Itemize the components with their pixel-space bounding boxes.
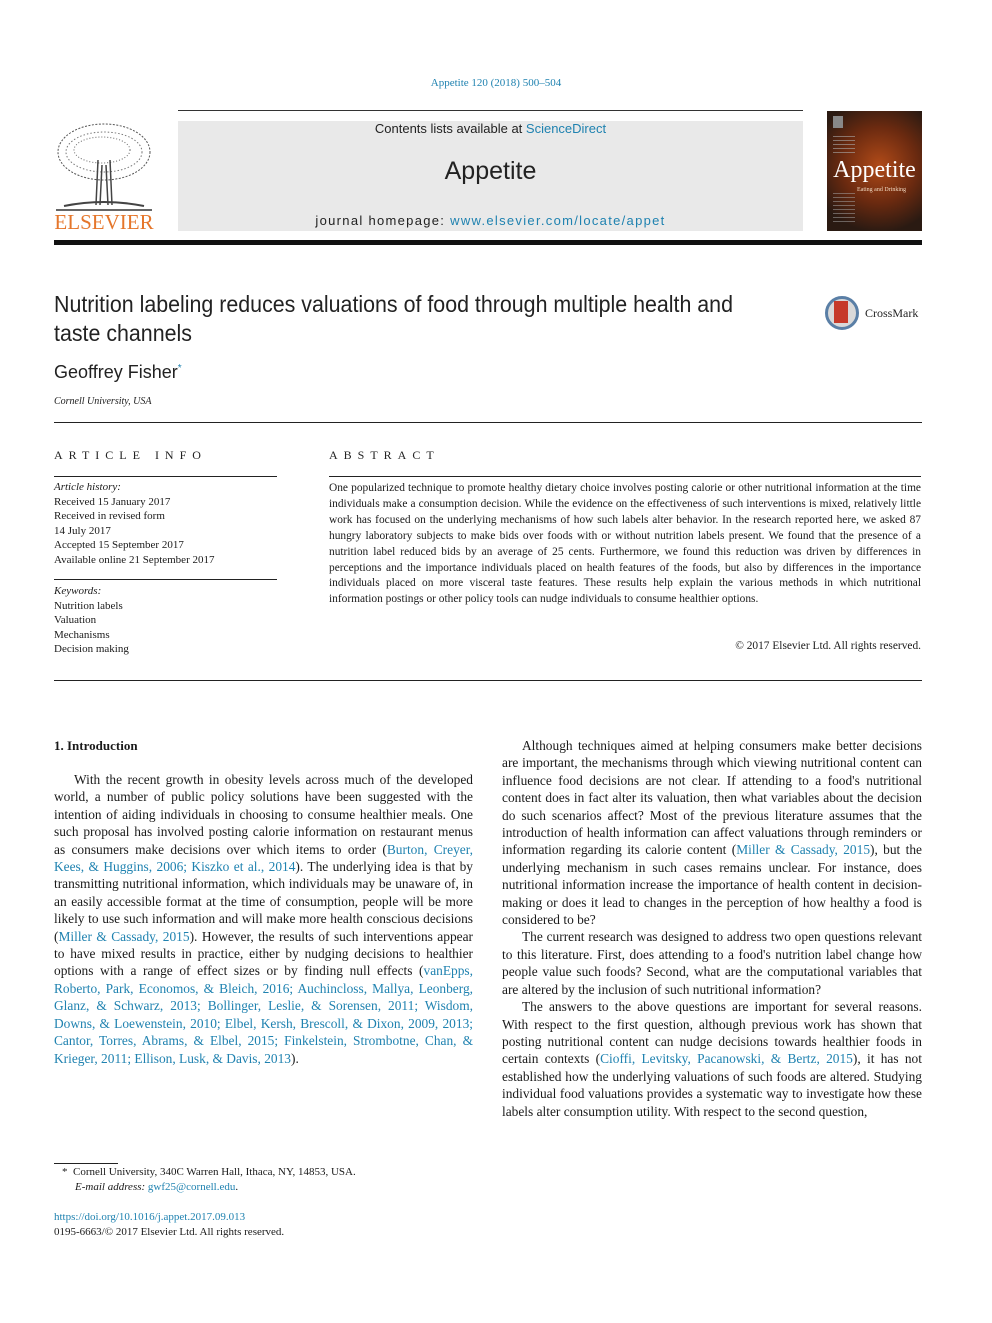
homepage-line: journal homepage: www.elsevier.com/locat… [178, 213, 803, 228]
article-info-heading: ARTICLE INFO [54, 448, 207, 462]
footnote-marker: * [62, 1166, 68, 1178]
author-affiliation: Cornell University, USA [54, 396, 152, 407]
title-rule [54, 422, 922, 423]
abstract-text: One popularized technique to promote hea… [329, 482, 921, 606]
footnote-address-line: * Cornell University, 340C Warren Hall, … [62, 1165, 482, 1180]
journal-name: Appetite [444, 157, 537, 185]
history-item: Received in revised form [54, 510, 165, 522]
body-text: Although techniques aimed at helping con… [502, 738, 922, 858]
journal-reference-link[interactable]: Appetite 120 (2018) 500–504 [431, 77, 561, 89]
keywords: Keywords: Nutrition labels Valuation Mec… [54, 584, 277, 657]
elsevier-logo[interactable]: ELSEVIER [54, 120, 154, 235]
history-item: Available online 21 September 2017 [54, 553, 215, 566]
abstract-copyright: © 2017 Elsevier Ltd. All rights reserved… [735, 640, 921, 652]
email-label: E-mail address: [75, 1181, 148, 1193]
right-column: Although techniques aimed at helping con… [502, 737, 922, 1120]
citation-link[interactable]: Miller & Cassady, 2015 [736, 842, 870, 857]
history-item: 14 July 2017 [54, 524, 111, 537]
doi-link-text[interactable]: https://doi.org/10.1016/j.appet.2017.09.… [54, 1211, 245, 1223]
elsevier-wordmark: ELSEVIER [54, 210, 154, 234]
left-column: With the recent growth in obesity levels… [54, 771, 473, 1067]
abstract-rule [329, 476, 921, 477]
citation-link[interactable]: Miller & Cassady, 2015 [58, 929, 189, 944]
email-link[interactable]: gwf25@cornell.edu [148, 1181, 235, 1193]
article-history: Article history: Received 15 January 201… [54, 480, 277, 567]
keyword: Decision making [54, 643, 129, 655]
homepage-link[interactable]: www.elsevier.com/locate/appet [450, 213, 665, 228]
keywords-rule [54, 579, 277, 580]
abstract-heading: ABSTRACT [329, 448, 440, 462]
doi-link[interactable]: https://doi.org/10.1016/j.appet.2017.09.… [54, 1210, 245, 1225]
body-text: ). [291, 1050, 299, 1066]
author-name-text: Geoffrey Fisher [54, 362, 178, 382]
author-name: Geoffrey Fisher* [54, 362, 182, 383]
crossmark-label: CrossMark [865, 306, 919, 320]
cover-publisher-logo [833, 116, 843, 128]
homepage-prefix: journal homepage: [315, 213, 451, 228]
keyword: Valuation [54, 614, 97, 626]
history-item: Accepted 15 September 2017 [54, 539, 184, 551]
citation-link[interactable]: Cioffi, Levitsky, Pacanowski, & Bertz, 2… [600, 1051, 853, 1066]
tree-icon [56, 123, 152, 211]
paragraph: The current research was designed to add… [502, 928, 922, 998]
keyword: Nutrition labels [54, 599, 123, 612]
footnote: * Cornell University, 340C Warren Hall, … [62, 1165, 482, 1195]
article-title: Nutrition labeling reduces valuations of… [54, 291, 733, 346]
header-thick-rule [54, 240, 922, 245]
journal-reference[interactable]: Appetite 120 (2018) 500–504 [0, 77, 992, 89]
paragraph: Although techniques aimed at helping con… [502, 737, 922, 928]
cover-title: Appetite [833, 157, 916, 183]
crossmark-button[interactable]: CrossMark [825, 296, 925, 334]
cover-editorial-lines [833, 136, 855, 156]
footnote-address: Cornell University, 340C Warren Hall, It… [73, 1166, 356, 1178]
history-item: Received 15 January 2017 [54, 495, 171, 508]
section-heading-introduction: 1. Introduction [54, 738, 138, 753]
issn-copyright: 0195-6663/© 2017 Elsevier Ltd. All right… [54, 1226, 285, 1238]
contents-line: Contents lists available at ScienceDirec… [178, 121, 803, 136]
paragraph: With the recent growth in obesity levels… [54, 771, 473, 1067]
journal-banner: Contents lists available at ScienceDirec… [178, 121, 803, 231]
crossmark-ribbon-icon [834, 301, 848, 323]
keywords-label: Keywords: [54, 585, 102, 597]
footnote-email-line: E-mail address: gwf25@cornell.edu. [75, 1181, 239, 1193]
contents-prefix: Contents lists available at [374, 121, 526, 136]
cover-subtitle: Eating and Drinking [857, 187, 906, 193]
sciencedirect-link[interactable]: ScienceDirect [526, 121, 606, 136]
cover-contents-lines [833, 193, 855, 225]
footnote-rule [54, 1163, 118, 1164]
header-rule [178, 110, 803, 111]
abstract-bottom-rule [54, 680, 922, 681]
citation-link[interactable]: vanEpps, Roberto, Park, Economos, & Blei… [54, 963, 473, 1065]
author-footnote-marker[interactable]: * [178, 363, 182, 374]
history-label: Article history: [54, 481, 121, 493]
journal-cover[interactable]: Appetite Eating and Drinking [827, 111, 922, 231]
body-text: The current research was designed to add… [502, 929, 922, 997]
keyword: Mechanisms [54, 628, 110, 641]
article-info-rule [54, 476, 277, 477]
paragraph: The answers to the above questions are i… [502, 998, 922, 1120]
